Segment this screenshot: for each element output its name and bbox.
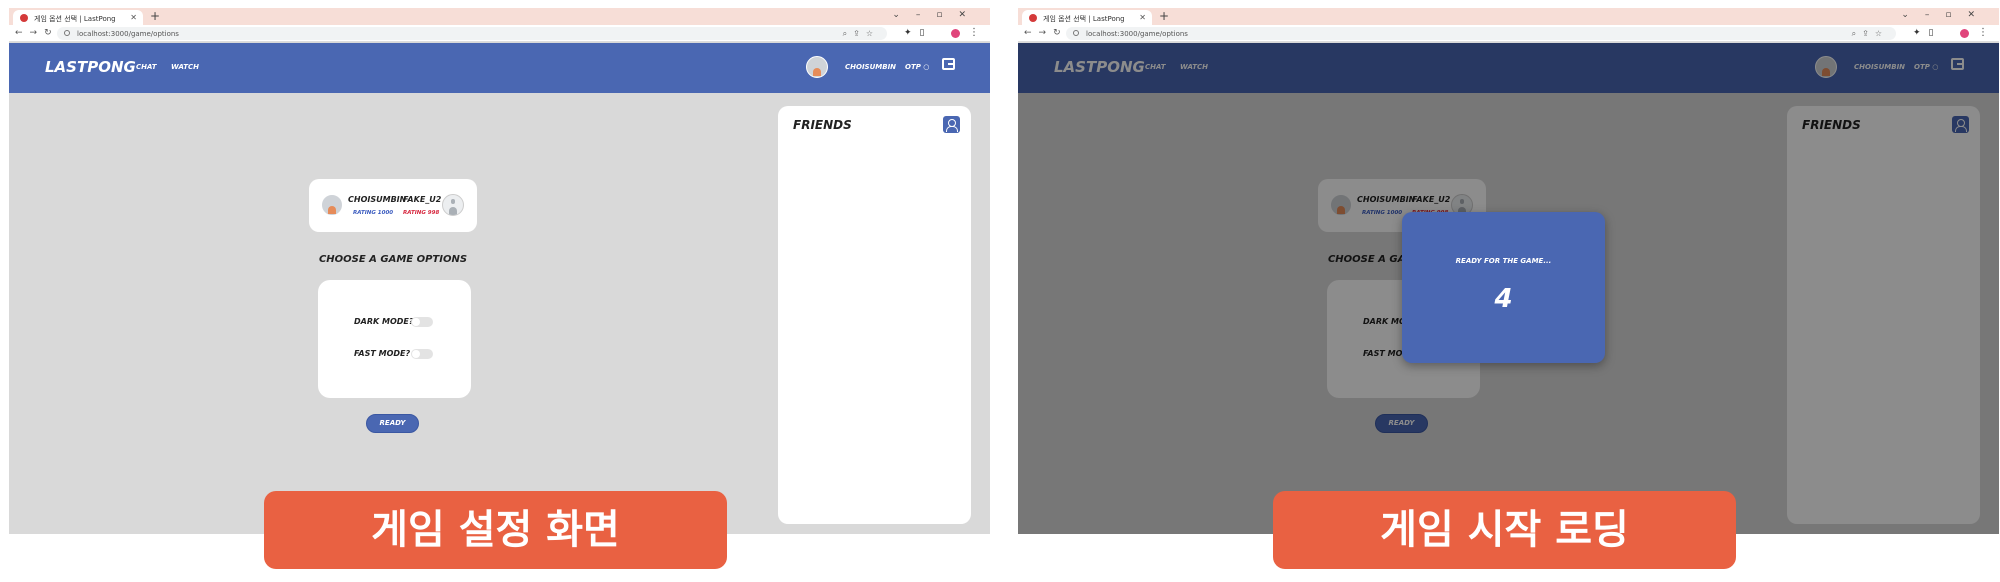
user-avatar[interactable] xyxy=(806,56,828,78)
loading-modal: READY FOR THE GAME... 4 xyxy=(1402,212,1605,363)
omnibox-icons[interactable]: ⌕⇪☆ xyxy=(1852,29,1888,39)
match-card: CHOISUMBIN RATING 1000 FAKE_U2 RATING 99… xyxy=(309,179,477,232)
url-field[interactable]: localhost:3000/game/options ⌕⇪☆ xyxy=(1066,27,1896,40)
browser-tab[interactable]: 게임 옵션 선택 | LastPong ✕ xyxy=(13,10,143,25)
caption-right: 게임 시작 로딩 xyxy=(1273,491,1736,569)
nav-buttons[interactable]: ←→↻ xyxy=(15,28,59,38)
player2-name: FAKE_U2 xyxy=(403,195,442,204)
nav-buttons[interactable]: ←→↻ xyxy=(1024,28,1068,38)
browser-menu-icon[interactable]: ⋮ xyxy=(1978,27,1988,38)
caption-left: 게임 설정 화면 xyxy=(264,491,727,569)
fast-mode-label: FAST MODE? xyxy=(354,349,411,358)
new-tab-icon[interactable]: + xyxy=(150,9,160,23)
player2-rating: RATING 998 xyxy=(403,210,440,216)
address-bar: ←→↻ localhost:3000/game/options ⌕⇪☆ ✦▯ ⋮ xyxy=(1018,25,1999,42)
new-tab-icon[interactable]: + xyxy=(1159,9,1169,23)
browser-tab-strip: 게임 옵션 선택 | LastPong ✕ + ⌄–▫✕ xyxy=(9,8,990,25)
url-field[interactable]: localhost:3000/game/options ⌕⇪☆ xyxy=(57,27,887,40)
tab-title: 게임 옵션 선택 | LastPong xyxy=(34,15,116,23)
close-tab-icon[interactable]: ✕ xyxy=(1139,13,1146,22)
friends-title: FRIENDS xyxy=(793,118,852,132)
player1-rating: RATING 1000 xyxy=(353,210,394,216)
close-tab-icon[interactable]: ✕ xyxy=(130,13,137,22)
logout-icon[interactable] xyxy=(942,58,955,70)
options-heading: CHOOSE A GAME OPTIONS xyxy=(318,254,468,265)
ready-button[interactable]: READY xyxy=(366,414,419,433)
window-controls[interactable]: ⌄–▫✕ xyxy=(1901,10,1991,20)
loading-message: READY FOR THE GAME... xyxy=(1455,257,1552,265)
brand-logo[interactable]: LASTPONG xyxy=(45,58,136,76)
app-header: LASTPONG CHAT WATCH CHOISUMBIN OTP ○ xyxy=(9,43,990,93)
tab-title: 게임 옵션 선택 | LastPong xyxy=(1043,15,1125,23)
omnibox-icons[interactable]: ⌕⇪☆ xyxy=(843,29,879,39)
address-bar: ←→↻ localhost:3000/game/options ⌕⇪☆ ✦▯ ⋮ xyxy=(9,25,990,42)
countdown-number: 4 xyxy=(1494,284,1513,314)
extensions-icon[interactable]: ✦▯ xyxy=(1913,28,1942,38)
game-loading-screen: 게임 옵션 선택 | LastPong ✕ + ⌄–▫✕ ←→↻ localhos… xyxy=(1018,8,1999,534)
dark-mode-label: DARK MODE? xyxy=(354,317,414,326)
player1-avatar xyxy=(321,194,343,216)
favicon-icon xyxy=(1029,14,1037,22)
browser-tab[interactable]: 게임 옵션 선택 | LastPong ✕ xyxy=(1022,10,1152,25)
url-text: localhost:3000/game/options xyxy=(77,30,179,38)
nav-chat[interactable]: CHAT xyxy=(136,63,157,71)
add-friend-icon[interactable] xyxy=(943,116,960,133)
fast-mode-toggle[interactable] xyxy=(411,349,433,359)
favicon-icon xyxy=(20,14,28,22)
dark-mode-toggle[interactable] xyxy=(411,317,433,327)
url-text: localhost:3000/game/options xyxy=(1086,30,1188,38)
profile-icon[interactable] xyxy=(951,29,960,38)
options-card: DARK MODE? FAST MODE? xyxy=(318,280,471,398)
site-info-icon[interactable] xyxy=(1073,30,1079,36)
friends-panel: FRIENDS xyxy=(778,106,971,524)
otp-toggle[interactable]: OTP ○ xyxy=(905,63,929,71)
site-info-icon[interactable] xyxy=(64,30,70,36)
browser-tab-strip: 게임 옵션 선택 | LastPong ✕ + ⌄–▫✕ xyxy=(1018,8,1999,25)
extensions-icon[interactable]: ✦▯ xyxy=(904,28,933,38)
player1-name: CHOISUMBIN xyxy=(348,195,407,204)
window-controls[interactable]: ⌄–▫✕ xyxy=(892,10,982,20)
user-name[interactable]: CHOISUMBIN xyxy=(845,63,896,71)
game-options-screen: 게임 옵션 선택 | LastPong ✕ + ⌄–▫✕ ←→↻ localhos… xyxy=(9,8,990,534)
nav-watch[interactable]: WATCH xyxy=(171,63,199,71)
player2-avatar xyxy=(442,194,464,216)
profile-icon[interactable] xyxy=(1960,29,1969,38)
browser-menu-icon[interactable]: ⋮ xyxy=(969,27,979,38)
